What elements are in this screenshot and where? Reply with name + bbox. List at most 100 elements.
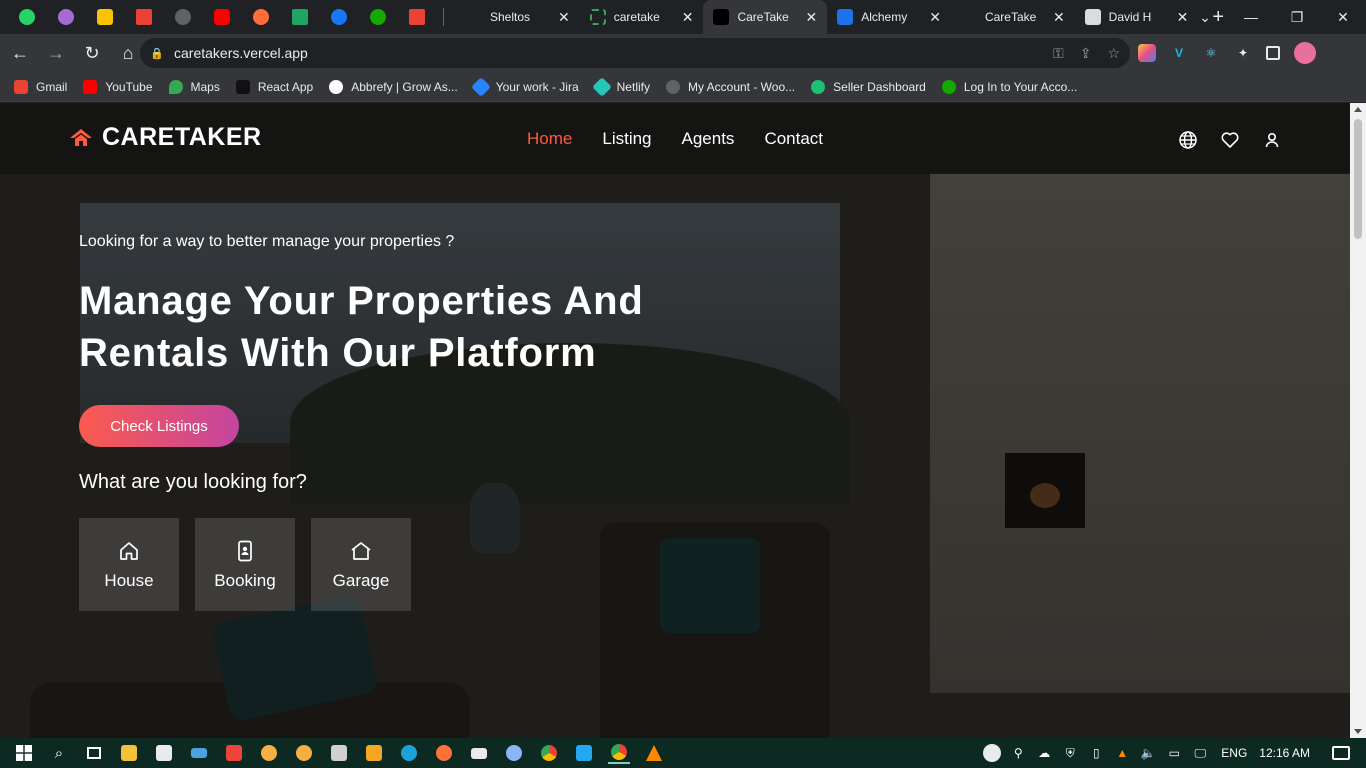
- pinned-tab-gmail-2[interactable]: [404, 4, 430, 30]
- vimeo-icon[interactable]: V: [1170, 44, 1188, 62]
- browser-tab[interactable]: Sheltos ✕: [456, 0, 580, 34]
- bookmark-react-app[interactable]: React App: [235, 79, 313, 94]
- taskbar-vlc[interactable]: [643, 742, 665, 764]
- nav-agents[interactable]: Agents: [682, 129, 735, 149]
- clock[interactable]: 12:16 AM: [1259, 746, 1310, 760]
- share-icon[interactable]: ⇪: [1080, 45, 1092, 62]
- category-house[interactable]: House: [79, 518, 179, 611]
- close-icon[interactable]: ✕: [929, 9, 941, 26]
- reload-button[interactable]: ↻: [76, 37, 108, 69]
- taskbar-anydesk[interactable]: [223, 742, 245, 764]
- pinned-tab-github[interactable]: [170, 4, 196, 30]
- back-button[interactable]: ←: [4, 37, 36, 69]
- vlc-tray-icon[interactable]: ▲: [1113, 744, 1131, 762]
- star-icon[interactable]: ☆: [1107, 45, 1120, 62]
- taskbar-media[interactable]: [363, 742, 385, 764]
- taskbar-app-1[interactable]: [258, 742, 280, 764]
- taskbar-file-explorer[interactable]: [118, 742, 140, 764]
- pinned-tab-purple-app[interactable]: [53, 4, 79, 30]
- site-logo[interactable]: CARETAKER: [68, 123, 262, 152]
- shield-icon[interactable]: ⛨: [1061, 744, 1079, 762]
- taskbar-chrome[interactable]: [538, 742, 560, 764]
- browser-tab[interactable]: David H ✕: [1075, 0, 1199, 34]
- bookmarks-bar: Gmail YouTube Maps React App Abbrefy | G…: [0, 72, 1366, 102]
- side-panel-icon[interactable]: [1266, 46, 1280, 60]
- pinned-tab-ticket-app[interactable]: [92, 4, 118, 30]
- nav-contact[interactable]: Contact: [764, 129, 823, 149]
- taskbar-edge[interactable]: [398, 742, 420, 764]
- scroll-up-icon[interactable]: [1354, 107, 1362, 112]
- forward-button[interactable]: →: [40, 37, 72, 69]
- key-icon[interactable]: ⚿: [1053, 45, 1064, 62]
- battery-icon[interactable]: ▭: [1165, 744, 1183, 762]
- heart-icon[interactable]: [1220, 130, 1240, 150]
- tab-search-icon[interactable]: ⌄: [1182, 9, 1228, 26]
- pinned-tab-youtube[interactable]: [209, 4, 235, 30]
- scroll-down-icon[interactable]: [1354, 729, 1362, 734]
- cloud-icon[interactable]: ☁: [1035, 744, 1053, 762]
- pinned-tab-gmail[interactable]: [131, 4, 157, 30]
- browser-tab[interactable]: caretake ✕: [580, 0, 704, 34]
- pinned-tab-drive[interactable]: [287, 4, 313, 30]
- bookmark-gmail[interactable]: Gmail: [14, 79, 67, 94]
- browser-tab-active[interactable]: CareTake ✕: [703, 0, 828, 34]
- bookmark-abbrefy[interactable]: Abbrefy | Grow As...: [329, 79, 458, 94]
- usb-icon[interactable]: ▯: [1087, 744, 1105, 762]
- taskbar-vscode[interactable]: [573, 742, 595, 764]
- notification-icon[interactable]: [1332, 746, 1350, 760]
- bookmark-woo[interactable]: My Account - Woo...: [665, 79, 795, 94]
- tray-app-icon[interactable]: [983, 744, 1002, 762]
- puzzle-icon[interactable]: ✦: [1234, 44, 1252, 62]
- bookmark-jira[interactable]: Your work - Jira: [470, 76, 579, 97]
- user-icon[interactable]: [1262, 130, 1282, 150]
- taskbar-store[interactable]: [153, 742, 175, 764]
- task-view-button[interactable]: [83, 742, 105, 764]
- taskbar-calculator[interactable]: [328, 742, 350, 764]
- pinned-tab-upwork[interactable]: [365, 4, 391, 30]
- start-button[interactable]: [13, 742, 35, 764]
- bookmark-seller-dashboard[interactable]: Seller Dashboard: [811, 79, 926, 94]
- close-icon[interactable]: ✕: [1053, 9, 1065, 26]
- search-button[interactable]: ⌕: [48, 742, 70, 764]
- nav-home[interactable]: Home: [527, 129, 572, 149]
- scrollbar-thumb[interactable]: [1354, 119, 1362, 239]
- bookmark-netlify[interactable]: Netlify: [591, 76, 650, 97]
- pinned-tab-facebook[interactable]: [326, 4, 352, 30]
- taskbar-app-2[interactable]: [293, 742, 315, 764]
- restore-icon[interactable]: ❐: [1274, 9, 1320, 26]
- check-listings-button[interactable]: Check Listings: [79, 405, 239, 447]
- pinned-tab-postman[interactable]: [248, 4, 274, 30]
- keyboard-icon: [191, 748, 207, 758]
- pinned-tab-whatsapp[interactable]: [14, 4, 40, 30]
- taskbar-keyboard[interactable]: [188, 742, 210, 764]
- volume-icon[interactable]: 🔈: [1139, 744, 1157, 762]
- avatar[interactable]: [1294, 42, 1316, 64]
- close-window-icon[interactable]: ✕: [1320, 9, 1366, 26]
- category-garage[interactable]: Garage: [311, 518, 411, 611]
- people-icon[interactable]: ⚲: [1009, 744, 1027, 762]
- browser-tab[interactable]: CareTake ✕: [951, 0, 1075, 34]
- taskbar-mail[interactable]: [468, 742, 490, 764]
- edge-icon: [401, 745, 417, 761]
- bookmark-maps[interactable]: Maps: [168, 79, 220, 94]
- nav-listing[interactable]: Listing: [602, 129, 651, 149]
- close-icon[interactable]: ✕: [805, 9, 817, 26]
- minimize-icon[interactable]: —: [1228, 9, 1274, 25]
- address-bar[interactable]: 🔒 caretakers.vercel.app ⚿ ⇪ ☆: [140, 38, 1130, 68]
- taskbar-chrome-active[interactable]: [608, 742, 630, 764]
- bookmark-login[interactable]: Log In to Your Acco...: [941, 79, 1077, 94]
- extension-icon[interactable]: [1138, 44, 1156, 62]
- taskbar-firefox[interactable]: [433, 742, 455, 764]
- close-icon[interactable]: ✕: [682, 9, 694, 26]
- window-controls: ⌄ — ❐ ✕: [1182, 0, 1366, 34]
- language-indicator[interactable]: ENG: [1221, 746, 1247, 760]
- taskbar-app-3[interactable]: [503, 742, 525, 764]
- globe-icon[interactable]: [1178, 130, 1198, 150]
- react-devtools-icon[interactable]: ⚛: [1202, 44, 1220, 62]
- close-icon[interactable]: ✕: [558, 9, 570, 26]
- bookmark-youtube[interactable]: YouTube: [83, 79, 153, 94]
- browser-tab[interactable]: Alchemy ✕: [827, 0, 951, 34]
- page-scrollbar[interactable]: [1350, 103, 1366, 738]
- category-booking[interactable]: Booking: [195, 518, 295, 611]
- network-icon[interactable]: 🖵: [1191, 744, 1209, 762]
